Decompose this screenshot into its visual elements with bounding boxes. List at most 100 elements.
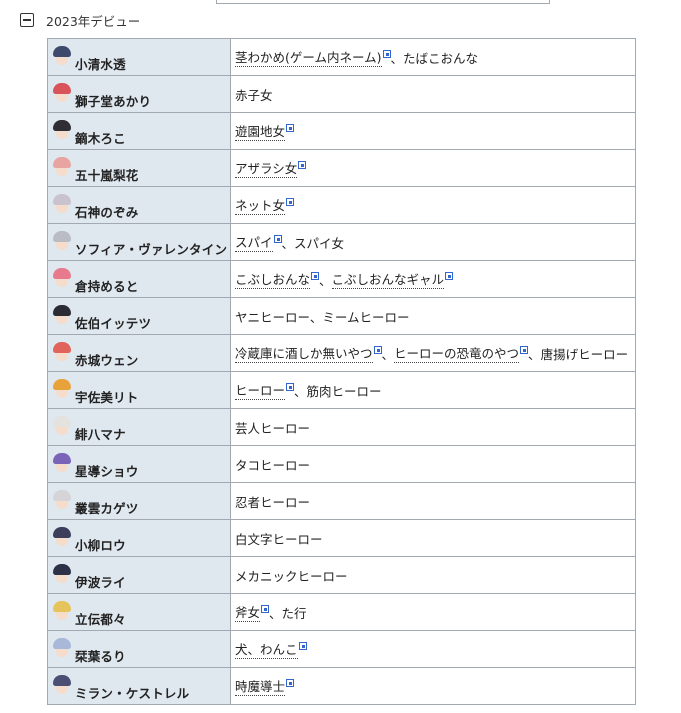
- link-icon[interactable]: [286, 124, 295, 132]
- talent-name-cell: 立伝都々: [47, 593, 231, 631]
- separator: 、: [390, 50, 404, 66]
- talent-name-cell: 宇佐美リト: [47, 371, 231, 409]
- nickname-link[interactable]: スパイ: [235, 232, 282, 252]
- talent-name-cell: 佐伯イッテツ: [47, 297, 231, 335]
- nickname-text: た行: [282, 603, 307, 622]
- avatar-icon[interactable]: [51, 451, 73, 477]
- nickname-label[interactable]: こぶしおんな: [235, 269, 311, 289]
- avatar-icon[interactable]: [51, 81, 73, 107]
- table-row: 伊波ライ メカニックヒーロー: [47, 556, 636, 594]
- talent-name-cell: 鏑木ろこ: [47, 112, 231, 150]
- talent-name: 小清水透: [75, 57, 126, 72]
- nickname-cell: スパイ、スパイ女: [230, 223, 636, 261]
- nickname-label: ヤニヒーロー、ミームヒーロー: [235, 309, 410, 325]
- separator: 、: [281, 235, 295, 251]
- link-icon[interactable]: [298, 642, 307, 650]
- nickname-label[interactable]: こぶしおんなギャル: [331, 269, 445, 289]
- nickname-label[interactable]: ヒーローの恐竜のやつ: [394, 343, 520, 363]
- nickname-link[interactable]: ヒーローの恐竜のやつ: [394, 343, 529, 363]
- link-icon[interactable]: [520, 346, 529, 354]
- nickname-link[interactable]: 犬、わんこ: [235, 639, 307, 659]
- avatar-icon[interactable]: [51, 414, 73, 440]
- nickname-cell: ヒーロー、筋肉ヒーロー: [230, 371, 636, 409]
- link-icon[interactable]: [261, 605, 270, 613]
- nickname-label: た行: [281, 605, 307, 621]
- table-row: 叢雲カゲツ 忍者ヒーロー: [47, 482, 636, 520]
- nickname-link[interactable]: 斧女: [235, 602, 270, 622]
- avatar-icon[interactable]: [51, 303, 73, 329]
- avatar-icon[interactable]: [51, 525, 73, 551]
- nickname-label: メカニックヒーロー: [235, 568, 348, 584]
- talent-name-cell: ミラン・ケストレル: [47, 667, 231, 705]
- separator: 、: [294, 383, 307, 399]
- avatar-icon[interactable]: [51, 44, 73, 70]
- avatar-icon[interactable]: [51, 229, 73, 255]
- nickname-label: スパイ女: [294, 235, 345, 251]
- nickname-link[interactable]: 遊園地女: [235, 121, 295, 141]
- nickname-label: 忍者ヒーロー: [235, 494, 311, 510]
- nickname-label[interactable]: 冷蔵庫に酒しか無いやつ: [235, 343, 373, 363]
- nickname-label[interactable]: 斧女: [235, 602, 261, 622]
- nickname-label: 唐揚げヒーロー: [540, 346, 629, 362]
- table-row: 石神のぞみ ネット女: [47, 186, 636, 224]
- talent-name-cell: 栞葉るり: [47, 630, 231, 668]
- talent-name-cell: 石神のぞみ: [47, 186, 231, 224]
- nickname-link[interactable]: こぶしおんな: [235, 269, 320, 289]
- avatar-icon[interactable]: [51, 377, 73, 403]
- nickname-label[interactable]: ネット女: [235, 195, 286, 215]
- separator: 、: [381, 346, 395, 362]
- link-icon[interactable]: [373, 346, 382, 354]
- link-icon[interactable]: [382, 50, 391, 58]
- talent-name: 五十嵐梨花: [75, 168, 139, 183]
- talent-name: ソフィア・ヴァレンタイン: [75, 242, 228, 257]
- link-icon[interactable]: [445, 272, 454, 280]
- link-icon[interactable]: [286, 383, 295, 391]
- avatar-icon[interactable]: [51, 562, 73, 588]
- nickname-cell: 茎わかめ(ゲーム内ネーム) 、たばこおんな: [230, 38, 636, 76]
- nickname-link[interactable]: ネット女: [235, 195, 295, 215]
- table-row: 赤城ウェン 冷蔵庫に酒しか無いやつ、ヒーローの恐竜のやつ、唐揚げヒーロー: [47, 334, 636, 372]
- nickname-link[interactable]: こぶしおんなギャル: [331, 269, 454, 289]
- avatar-icon[interactable]: [51, 488, 73, 514]
- talent-name-cell: 五十嵐梨花: [47, 149, 231, 187]
- collapse-toggle-icon[interactable]: [20, 13, 34, 27]
- talent-name-cell: 叢雲カゲツ: [47, 482, 231, 520]
- avatar-icon[interactable]: [51, 340, 73, 366]
- avatar-icon[interactable]: [51, 118, 73, 144]
- talent-name-cell: 緋八マナ: [47, 408, 231, 446]
- avatar-icon[interactable]: [51, 266, 73, 292]
- nickname-link[interactable]: ヒーロー: [235, 380, 295, 400]
- avatar-icon[interactable]: [51, 599, 73, 625]
- link-icon[interactable]: [286, 198, 295, 206]
- nickname-label[interactable]: 犬、わんこ: [235, 639, 298, 659]
- nickname-cell: 遊園地女: [230, 112, 636, 150]
- nickname-label[interactable]: アザラシ女: [235, 158, 298, 178]
- nickname-label: 白文字ヒーロー: [235, 531, 323, 547]
- nickname-text: 筋肉ヒーロー: [307, 381, 382, 400]
- nickname-link[interactable]: アザラシ女: [235, 158, 307, 178]
- nickname-label: タコヒーロー: [235, 457, 311, 473]
- avatar-icon[interactable]: [51, 192, 73, 218]
- nickname-label[interactable]: ヒーロー: [235, 380, 286, 400]
- avatar-icon[interactable]: [51, 155, 73, 181]
- talent-name-cell: 赤城ウェン: [47, 334, 231, 372]
- nickname-link[interactable]: 時魔導士: [235, 676, 295, 696]
- talent-nickname-table: 小清水透 茎わかめ(ゲーム内ネーム)、たばこおんな 獅子堂あかり 赤子女 鏑木ろこ 遊園地…: [47, 38, 636, 705]
- nickname-label[interactable]: スパイ: [235, 232, 273, 252]
- link-icon[interactable]: [286, 679, 295, 687]
- link-icon[interactable]: [311, 272, 320, 280]
- nickname-label[interactable]: 茎わかめ(ゲーム内ネーム): [235, 47, 382, 67]
- avatar-icon[interactable]: [51, 673, 73, 699]
- talent-name: 小柳ロウ: [75, 538, 126, 553]
- avatar-icon[interactable]: [51, 636, 73, 662]
- nickname-label[interactable]: 遊園地女: [235, 121, 286, 141]
- nickname-label[interactable]: 時魔導士: [235, 676, 286, 696]
- link-icon[interactable]: [298, 161, 307, 169]
- nickname-text: 唐揚げヒーロー: [541, 344, 629, 363]
- nickname-link[interactable]: 茎わかめ(ゲーム内ネーム): [235, 47, 391, 67]
- nickname-link[interactable]: 冷蔵庫に酒しか無いやつ: [235, 343, 382, 363]
- table-row: 五十嵐梨花 アザラシ女: [47, 149, 636, 187]
- link-icon[interactable]: [273, 235, 282, 243]
- talent-name: 鏑木ろこ: [75, 131, 126, 146]
- nickname-label: 筋肉ヒーロー: [306, 383, 382, 399]
